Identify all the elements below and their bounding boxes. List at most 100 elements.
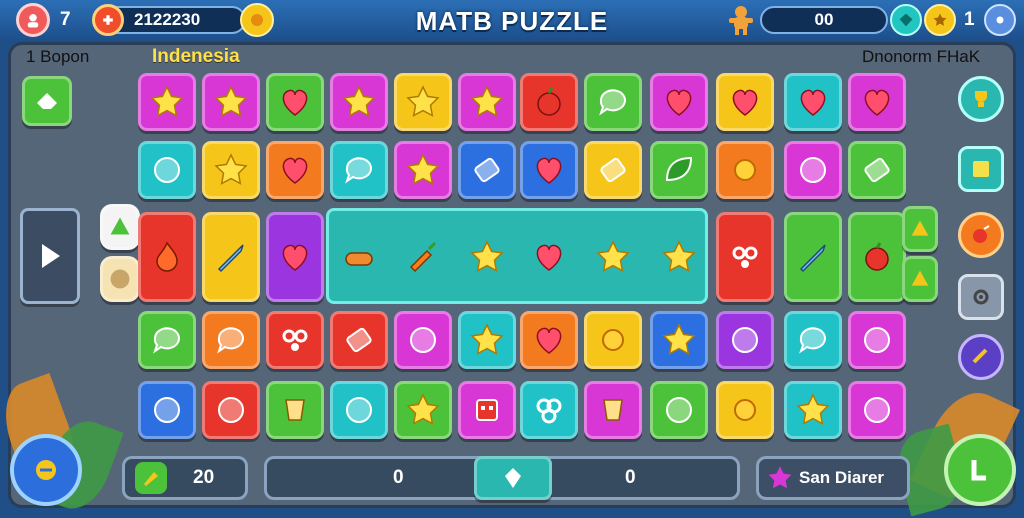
coins-value: 00 (814, 10, 834, 29)
grid-tile[interactable] (584, 141, 642, 199)
grid-tile[interactable] (458, 73, 516, 131)
grid-tile[interactable] (330, 311, 388, 369)
heart-lives-icon (16, 3, 50, 37)
pet-icon[interactable] (240, 3, 274, 37)
heart-icon (531, 322, 567, 358)
grid-tile[interactable] (848, 212, 906, 302)
grid-tile[interactable] (784, 212, 842, 302)
grid-tile[interactable] (394, 212, 452, 302)
swirl-icon (727, 239, 763, 275)
robot-icon (469, 392, 505, 428)
action-label: San Diarer (799, 468, 885, 487)
bar-icon (341, 322, 377, 358)
grid-tile[interactable] (520, 141, 578, 199)
grid-tile[interactable] (266, 73, 324, 131)
next-button[interactable] (944, 434, 1016, 506)
grid-tile[interactable] (330, 141, 388, 199)
grid-tile[interactable] (520, 311, 578, 369)
grid-tile[interactable] (266, 311, 324, 369)
item-rock-button[interactable] (100, 256, 140, 302)
gem-icon[interactable] (890, 4, 922, 36)
cup-icon (277, 392, 313, 428)
grid-tile[interactable] (650, 381, 708, 439)
grid-tile[interactable] (138, 212, 196, 302)
circle-icon (149, 392, 185, 428)
grid-tile[interactable] (138, 381, 196, 439)
hint-button[interactable] (10, 434, 82, 506)
grid-tile[interactable] (716, 73, 774, 131)
grid-tile[interactable] (266, 381, 324, 439)
heart-icon (795, 84, 831, 120)
star-icon (661, 322, 697, 358)
help-icon[interactable] (984, 4, 1016, 36)
grid-tile[interactable] (458, 381, 516, 439)
heart-icon (531, 239, 567, 275)
grid-tile[interactable] (394, 73, 452, 131)
shuffle-button[interactable] (958, 334, 1004, 380)
grid-tile[interactable] (716, 311, 774, 369)
note-button[interactable] (958, 146, 1004, 192)
trophy-button[interactable] (958, 76, 1004, 122)
grid-tile[interactable] (330, 381, 388, 439)
star-icon (661, 239, 697, 275)
grid-tile[interactable] (520, 381, 578, 439)
play-button[interactable] (20, 208, 80, 304)
level-number: 1 (964, 9, 975, 30)
grid-tile[interactable] (138, 311, 196, 369)
grid-tile[interactable] (650, 311, 708, 369)
grid-tile[interactable] (848, 381, 906, 439)
grid-tile[interactable] (394, 381, 452, 439)
grid-tile[interactable] (584, 73, 642, 131)
grid-tile[interactable] (202, 381, 260, 439)
grid-tile[interactable] (584, 212, 642, 302)
grid-tile[interactable] (848, 141, 906, 199)
grid-tile[interactable] (458, 212, 516, 302)
bomb-button[interactable] (958, 212, 1004, 258)
grid-tile[interactable] (330, 73, 388, 131)
grid-tile[interactable] (784, 141, 842, 199)
edge-tile[interactable] (902, 256, 938, 302)
progress-left-value: 0 (393, 467, 404, 488)
grid-tile[interactable] (458, 141, 516, 199)
grid-tile[interactable] (584, 381, 642, 439)
grid-tile[interactable] (784, 73, 842, 131)
swirl-icon (277, 322, 313, 358)
bar-icon (859, 152, 895, 188)
grid-tile[interactable] (266, 141, 324, 199)
grid-tile[interactable] (394, 311, 452, 369)
grid-tile[interactable] (650, 73, 708, 131)
item-bag-button[interactable] (100, 204, 140, 250)
grid-tile[interactable] (202, 212, 260, 302)
grid-tile[interactable] (584, 311, 642, 369)
grid-tile[interactable] (330, 212, 388, 302)
grid-tile[interactable] (848, 73, 906, 131)
grid-tile[interactable] (266, 212, 324, 302)
grid-tile[interactable] (520, 73, 578, 131)
grid-tile[interactable] (394, 141, 452, 199)
grid-tile[interactable] (202, 73, 260, 131)
star-icon (469, 84, 505, 120)
grid-tile[interactable] (716, 212, 774, 302)
grid-tile[interactable] (650, 212, 708, 302)
region-label: Indenesia (152, 46, 240, 67)
grid-tile[interactable] (458, 311, 516, 369)
grid-tile[interactable] (138, 73, 196, 131)
heart-icon (859, 84, 895, 120)
bubble-icon (595, 84, 631, 120)
apple-icon (531, 84, 567, 120)
grid-tile[interactable] (848, 311, 906, 369)
grid-tile[interactable] (138, 141, 196, 199)
grid-tile[interactable] (650, 141, 708, 199)
edge-tile[interactable] (902, 206, 938, 252)
grid-tile[interactable] (784, 311, 842, 369)
grid-tile[interactable] (202, 141, 260, 199)
settings-button[interactable] (958, 274, 1004, 320)
grid-tile[interactable] (716, 381, 774, 439)
grid-tile[interactable] (784, 381, 842, 439)
grid-tile[interactable] (202, 311, 260, 369)
action-button[interactable]: San Diarer (756, 456, 910, 500)
eraser-button[interactable] (22, 76, 72, 126)
coins-display: 00 (760, 6, 888, 34)
grid-tile[interactable] (520, 212, 578, 302)
grid-tile[interactable] (716, 141, 774, 199)
